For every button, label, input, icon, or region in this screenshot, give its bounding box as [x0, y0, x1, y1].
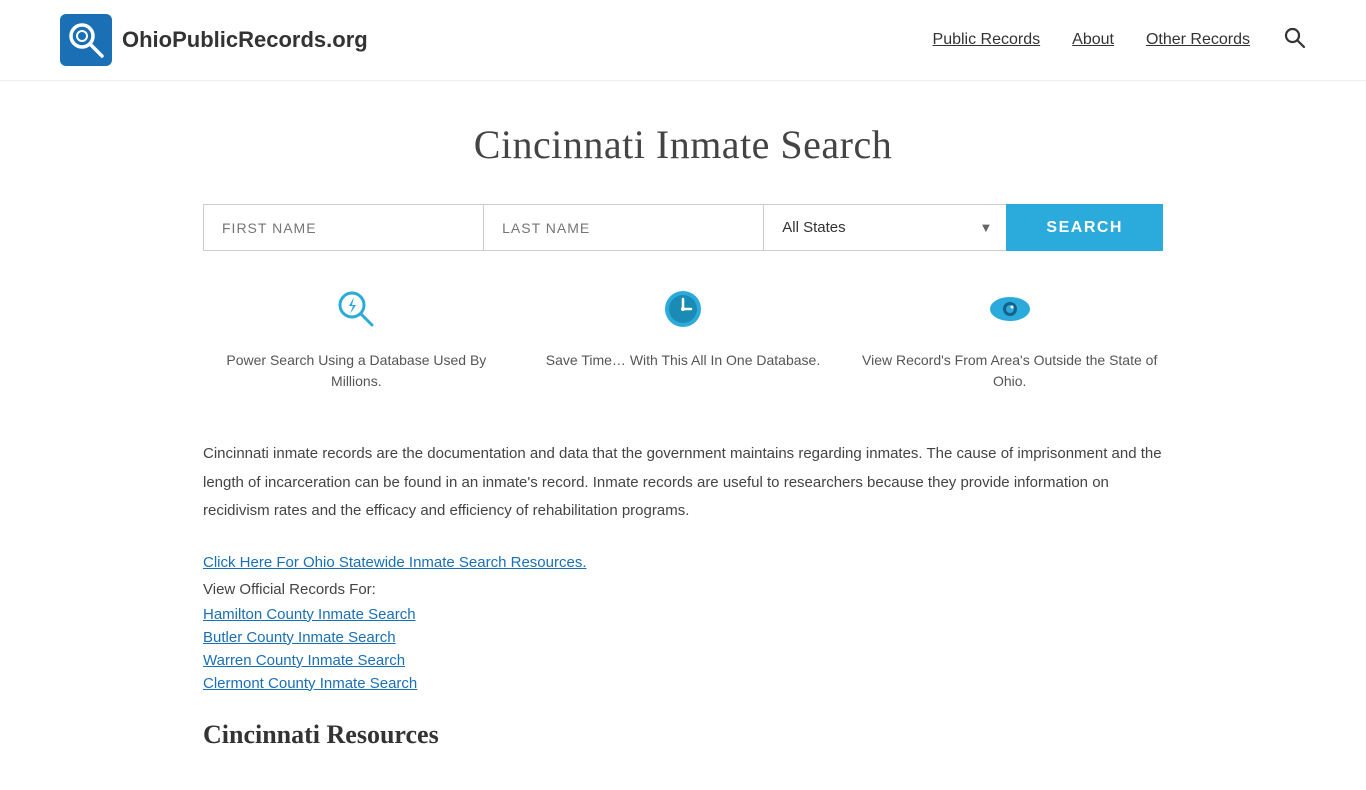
warren-county-link[interactable]: Warren County Inmate Search	[203, 652, 1163, 669]
feature-save-time-text: Save Time… With This All In One Database…	[546, 350, 820, 371]
eye-icon	[988, 287, 1032, 340]
nav-search-icon[interactable]	[1282, 25, 1306, 55]
nav-other-records[interactable]: Other Records	[1146, 31, 1250, 49]
feature-save-time: Save Time… With This All In One Database…	[530, 287, 837, 371]
site-header: OhioPublicRecords.org Public Records Abo…	[0, 0, 1366, 81]
feature-power-search-text: Power Search Using a Database Used By Mi…	[203, 350, 510, 392]
state-select[interactable]: All States Alabama Alaska Arizona Arkans…	[763, 204, 1006, 251]
nav-public-records[interactable]: Public Records	[933, 31, 1041, 49]
butler-county-link[interactable]: Butler County Inmate Search	[203, 629, 1163, 646]
search-button[interactable]: SEARCH	[1006, 204, 1163, 251]
feature-view-records-text: View Record's From Area's Outside the St…	[856, 350, 1163, 392]
feature-power-search: Power Search Using a Database Used By Mi…	[203, 287, 510, 392]
page-title: Cincinnati Inmate Search	[203, 121, 1163, 168]
last-name-input[interactable]	[483, 204, 763, 251]
feature-view-records: View Record's From Area's Outside the St…	[856, 287, 1163, 392]
view-official-label: View Official Records For:	[203, 581, 1163, 598]
search-bar: All States Alabama Alaska Arizona Arkans…	[203, 204, 1163, 251]
statewide-link[interactable]: Click Here For Ohio Statewide Inmate Sea…	[203, 554, 1163, 571]
power-search-icon	[334, 287, 378, 340]
main-nav: Public Records About Other Records	[933, 25, 1306, 55]
logo-text: OhioPublicRecords.org	[122, 27, 368, 53]
hamilton-county-link[interactable]: Hamilton County Inmate Search	[203, 606, 1163, 623]
site-logo[interactable]: OhioPublicRecords.org	[60, 14, 368, 66]
logo-icon	[60, 14, 112, 66]
county-links-list: Hamilton County Inmate Search Butler Cou…	[203, 606, 1163, 692]
body-paragraph: Cincinnati inmate records are the docume…	[203, 440, 1163, 526]
clermont-county-link[interactable]: Clermont County Inmate Search	[203, 675, 1163, 692]
features-row: Power Search Using a Database Used By Mi…	[203, 287, 1163, 392]
nav-about[interactable]: About	[1072, 31, 1114, 49]
first-name-input[interactable]	[203, 204, 483, 251]
resources-heading: Cincinnati Resources	[203, 720, 1163, 750]
main-content: Cincinnati Inmate Search All States Alab…	[183, 81, 1183, 790]
state-select-wrap: All States Alabama Alaska Arizona Arkans…	[763, 204, 1006, 251]
clock-icon	[661, 287, 705, 340]
